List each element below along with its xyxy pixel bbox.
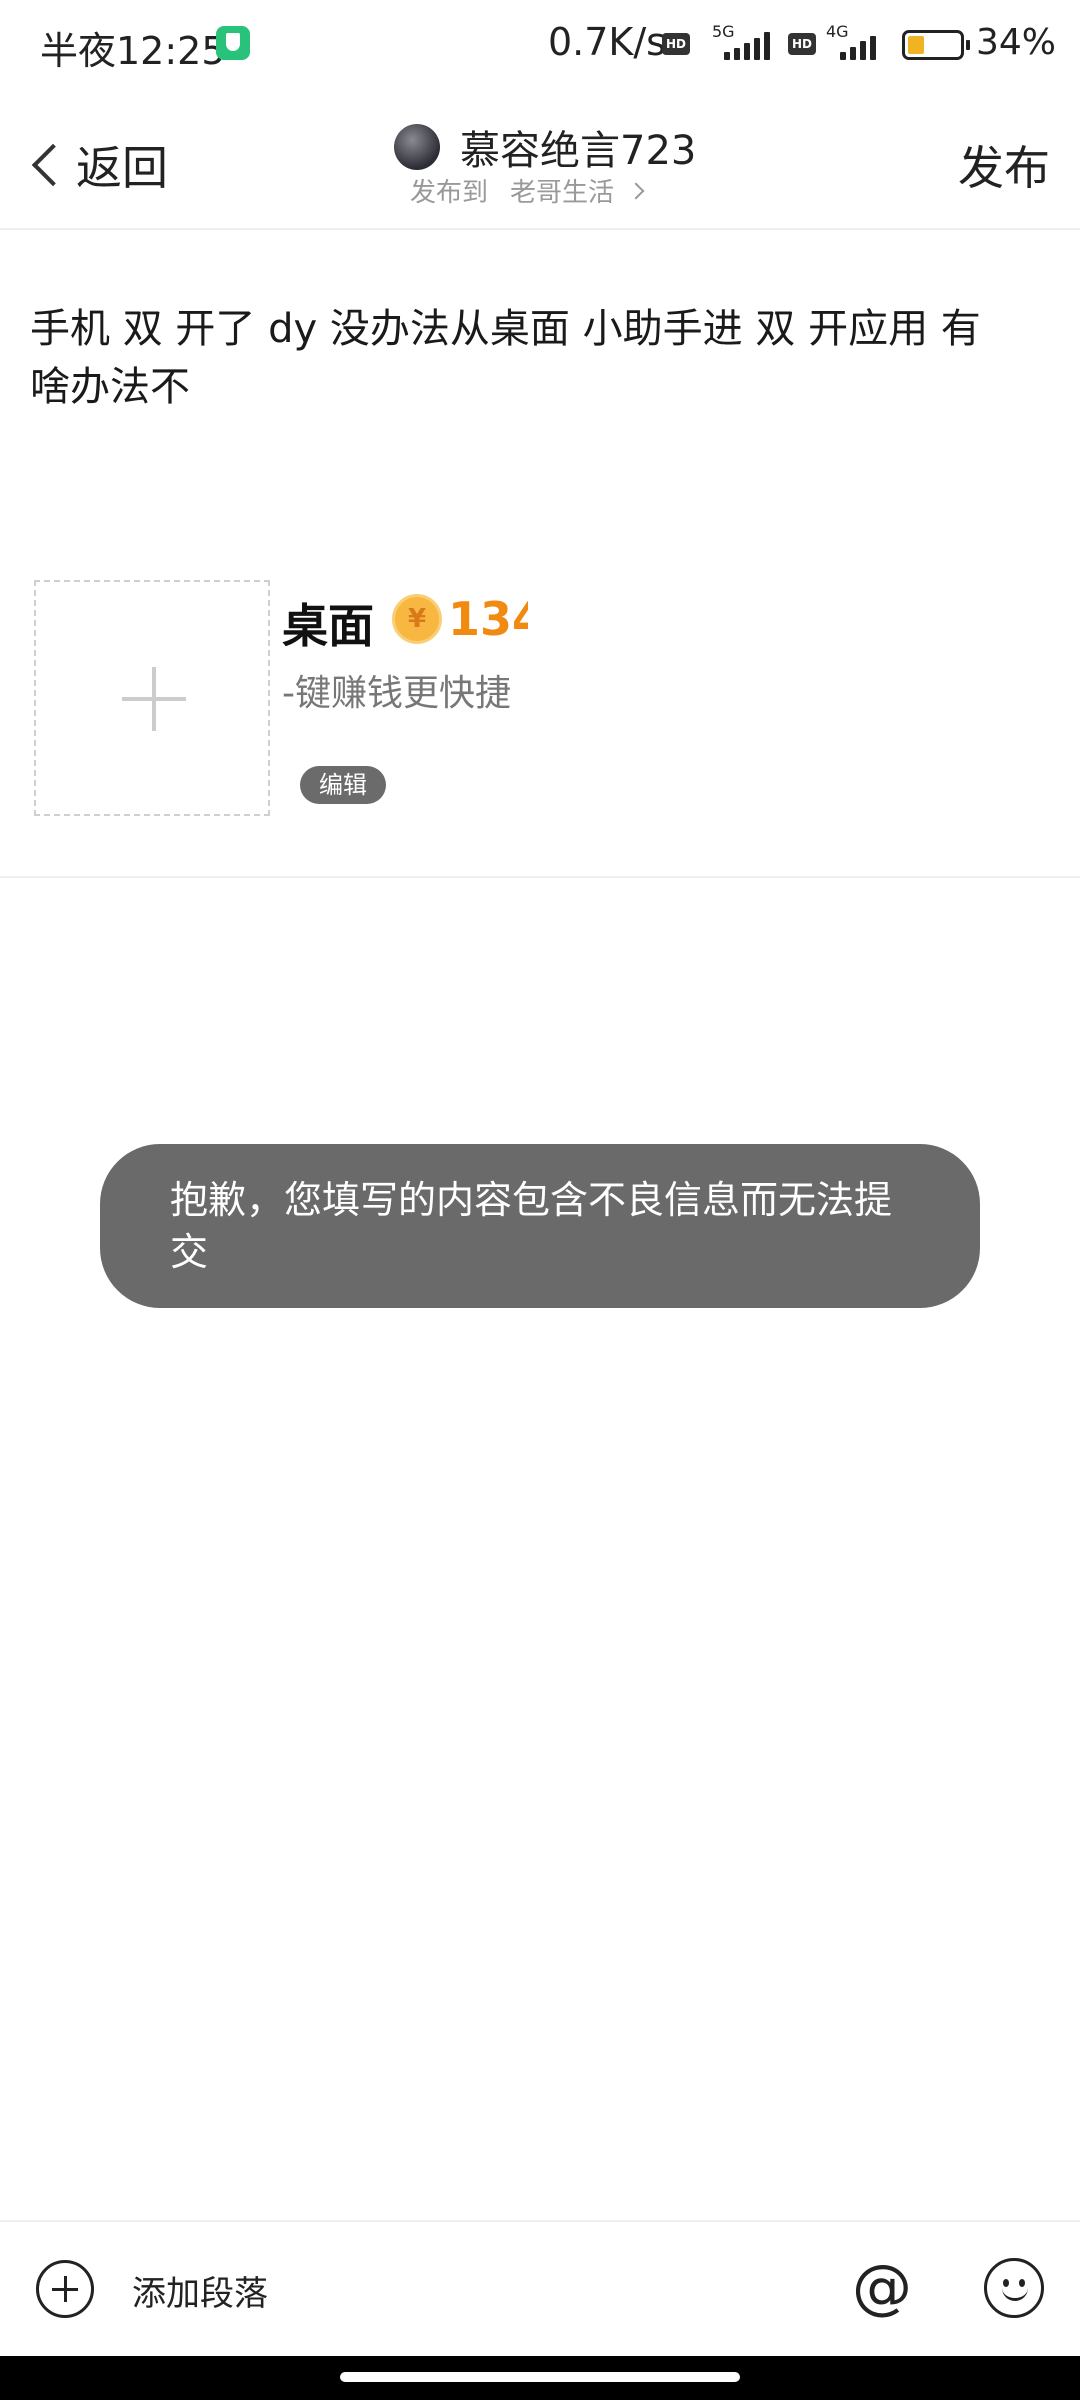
status-bar: 半夜12:25 0.7K/s HD 5G HD 4G 34% bbox=[0, 0, 1080, 88]
home-gesture-handle[interactable] bbox=[340, 2372, 740, 2382]
toast-message: 抱歉，您填写的内容包含不良信息而无法提交 bbox=[170, 1178, 893, 1274]
signal-icon bbox=[826, 30, 880, 60]
net-speed: 0.7K/s bbox=[548, 20, 666, 64]
battery-icon bbox=[902, 30, 970, 60]
coin-icon: ¥ bbox=[392, 594, 442, 644]
divider bbox=[0, 876, 1080, 878]
emoji-icon[interactable] bbox=[984, 2258, 1044, 2318]
attached-card: 桌面 ¥ 134 -键赚钱更快捷 编辑 bbox=[34, 580, 1054, 816]
chevron-left-icon bbox=[31, 143, 75, 187]
avatar bbox=[394, 124, 440, 170]
author-info: 慕容绝言723 bbox=[394, 118, 696, 176]
mention-icon[interactable]: @ bbox=[852, 2252, 912, 2322]
hd-icon: HD bbox=[662, 33, 690, 55]
hd-icon: HD bbox=[788, 33, 816, 55]
error-toast: 抱歉，您填写的内容包含不良信息而无法提交 bbox=[100, 1144, 980, 1308]
signal-icon bbox=[712, 30, 770, 60]
back-label: 返回 bbox=[76, 141, 168, 195]
publish-destination[interactable]: 发布到 老哥生活 bbox=[410, 172, 645, 209]
add-paragraph-button[interactable]: 添加段落 bbox=[132, 2266, 268, 2315]
post-text-editor[interactable]: 手机 双 开了 dy 没办法从桌面 小助手进 双 开应用 有啥办法不 bbox=[30, 300, 990, 416]
shield-icon bbox=[216, 26, 250, 60]
chevron-right-icon bbox=[627, 182, 645, 199]
card-title: 桌面 bbox=[282, 599, 374, 653]
username: 慕容绝言723 bbox=[460, 128, 697, 174]
edit-button[interactable]: 编辑 bbox=[300, 766, 386, 804]
card-number: 134 bbox=[448, 592, 528, 646]
add-image-button[interactable] bbox=[34, 580, 270, 816]
battery-percent: 34% bbox=[976, 22, 1057, 63]
top-header: 返回 慕容绝言723 发布到 老哥生活 发布 bbox=[0, 88, 1080, 230]
bottom-toolbar: 添加段落 @ bbox=[0, 2220, 1080, 2356]
status-time: 半夜12:25 bbox=[40, 29, 226, 73]
add-circle-icon[interactable] bbox=[36, 2260, 94, 2318]
publish-to-label: 发布到 bbox=[410, 178, 489, 208]
back-button[interactable]: 返回 bbox=[24, 130, 168, 200]
card-subtitle: -键赚钱更快捷 bbox=[282, 673, 511, 714]
system-nav-bar bbox=[0, 2356, 1080, 2400]
publish-to-target: 老哥生活 bbox=[510, 178, 615, 208]
publish-button[interactable]: 发布 bbox=[958, 132, 1050, 198]
